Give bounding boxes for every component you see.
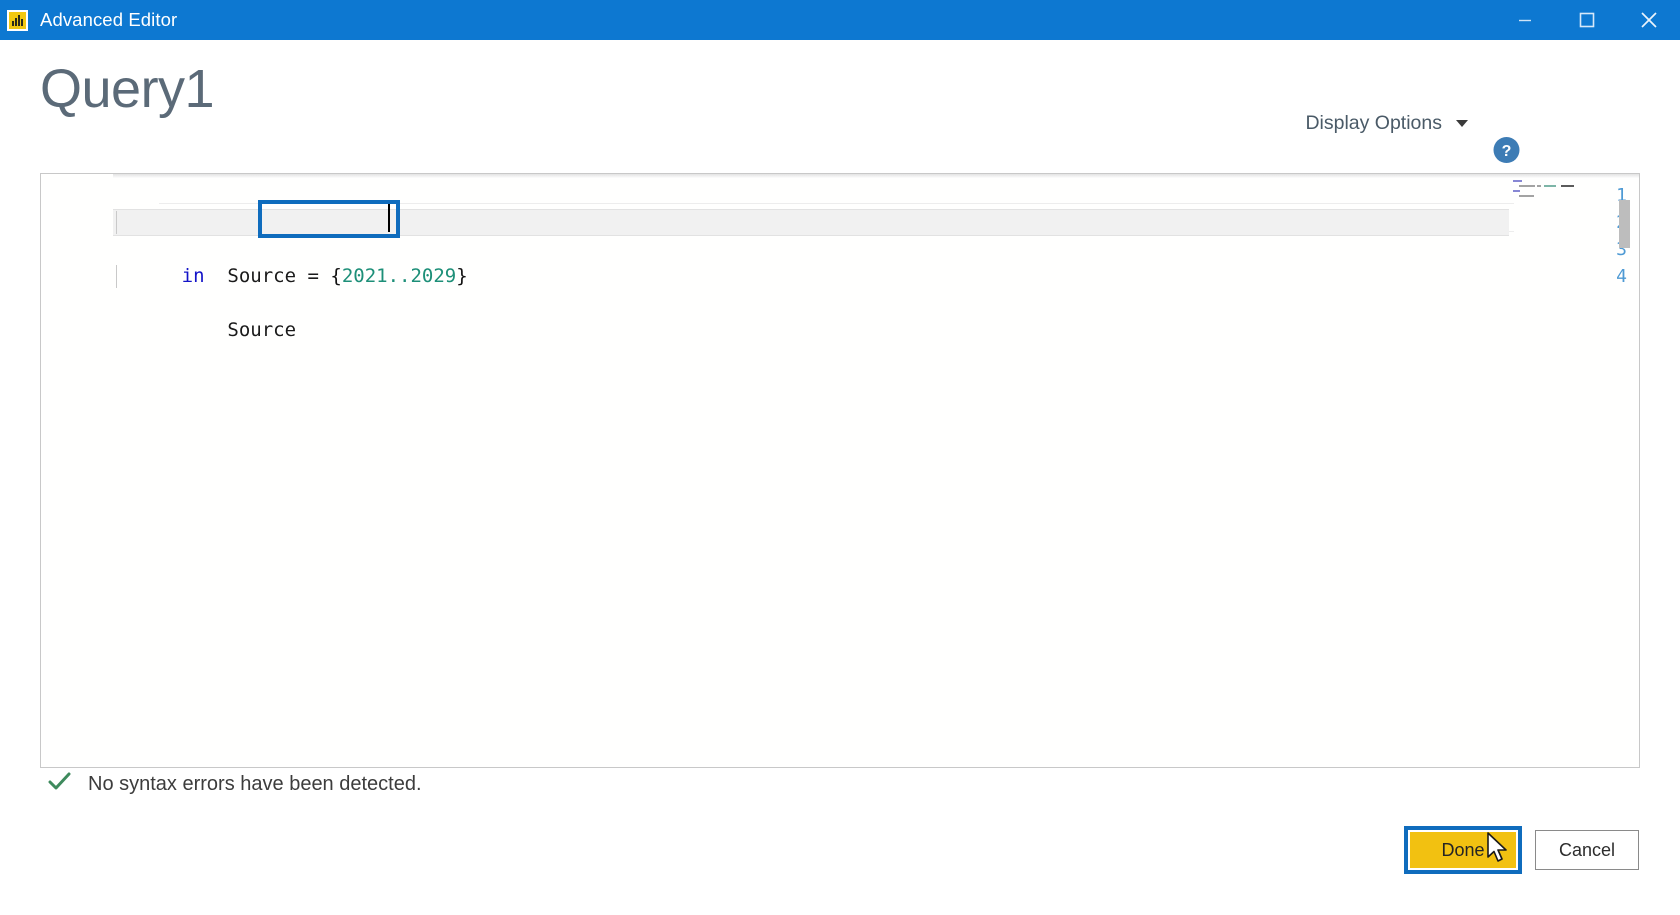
editor-top-rule — [41, 174, 1639, 178]
done-button[interactable]: Done — [1410, 832, 1516, 868]
indent-guide — [116, 211, 117, 234]
text-caret — [388, 204, 390, 232]
code-minimap[interactable] — [1513, 180, 1595, 210]
code-line-4[interactable]: Source — [113, 263, 1509, 341]
status-message: No syntax errors have been detected. — [88, 773, 422, 795]
window-controls — [1494, 0, 1680, 40]
close-icon[interactable] — [1618, 0, 1680, 40]
line-number-gutter — [41, 174, 113, 767]
dialog-header: Query1 Display Options ? — [0, 40, 1680, 163]
svg-text:?: ? — [1502, 143, 1512, 160]
check-mark-icon — [48, 772, 72, 797]
code-line-2[interactable]: Source = {2021..2029} — [113, 209, 1509, 287]
indent-guide — [116, 265, 117, 288]
title-bar: Advanced Editor — [0, 0, 1680, 40]
maximize-icon[interactable] — [1556, 0, 1618, 40]
status-bar: No syntax errors have been detected. — [48, 772, 422, 797]
cancel-button[interactable]: Cancel — [1535, 830, 1639, 870]
chevron-down-icon — [1456, 120, 1468, 127]
code-text-area[interactable]: let Source = {2021..2029} in Source — [113, 182, 1509, 341]
display-options-label: Display Options — [1305, 112, 1442, 134]
window-title: Advanced Editor — [40, 9, 178, 30]
help-circle-icon[interactable]: ? — [1493, 137, 1520, 164]
code-identifier-source: Source — [181, 319, 297, 341]
vertical-scrollbar[interactable] — [1618, 178, 1631, 767]
power-bi-icon — [7, 9, 28, 31]
code-line-3[interactable]: in — [113, 236, 1509, 287]
minimize-icon[interactable] — [1494, 0, 1556, 40]
display-options-dropdown[interactable]: Display Options — [1305, 112, 1468, 135]
scrollbar-thumb[interactable] — [1619, 200, 1630, 248]
code-line-1[interactable]: let — [113, 182, 1509, 233]
code-editor[interactable]: 1 2 3 4 let Source = {2021..2029} in Sou… — [40, 173, 1640, 768]
page-title: Query1 — [40, 59, 215, 119]
